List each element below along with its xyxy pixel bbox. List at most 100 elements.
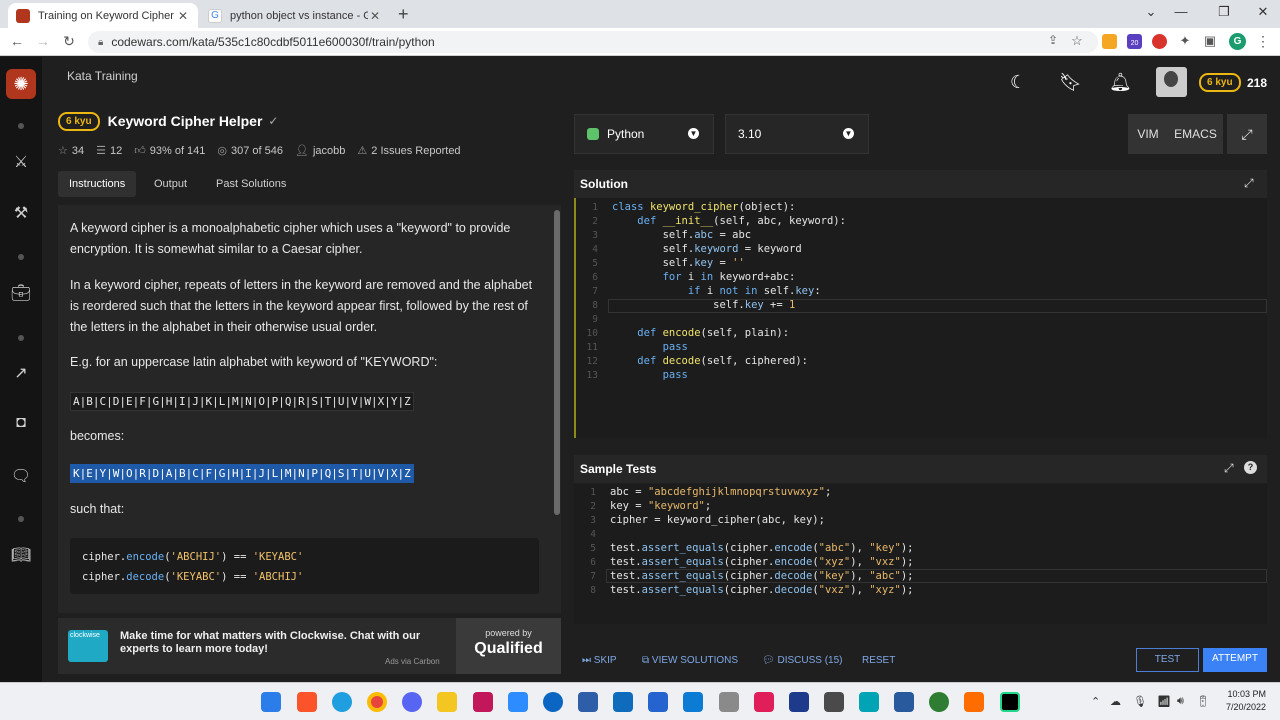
tab-past-solutions[interactable]: Past Solutions	[205, 171, 297, 197]
code-line: for i in keyword+abc:	[662, 271, 796, 283]
close-window-icon[interactable]: ✕	[1248, 4, 1278, 20]
instructions-panel: A keyword cipher is a monoalphabetic cip…	[58, 205, 561, 613]
version-select[interactable]: 3.10 ▼	[725, 114, 869, 154]
browser-menu-icon[interactable]: ⋮	[1254, 33, 1272, 50]
codewars-logo-icon[interactable]: ✺	[6, 69, 36, 99]
carbon-ad[interactable]: clockwise Make time for what matters wit…	[58, 618, 561, 674]
docs-book-icon[interactable]: 📖︎	[9, 545, 33, 567]
leaderboard-trend-icon[interactable]: ↗	[9, 363, 33, 385]
adblock-icon[interactable]	[1152, 34, 1167, 49]
extension-purple-icon[interactable]: 20	[1127, 34, 1142, 49]
dark-mode-moon-icon[interactable]: ☾	[1010, 72, 1026, 93]
stars-stat[interactable]: ☆ 34	[58, 144, 84, 157]
user-avatar[interactable]	[1156, 67, 1187, 97]
app-icon[interactable]	[929, 692, 949, 712]
extensions-puzzle-icon[interactable]: ✦	[1176, 33, 1194, 49]
brave-browser-icon[interactable]	[297, 692, 317, 712]
tray-chevron-up-icon[interactable]: ⌃	[1091, 695, 1100, 708]
bookmark-star-icon[interactable]: ☆	[1068, 33, 1086, 49]
zoom-app-icon[interactable]	[508, 692, 528, 712]
fullscreen-icon[interactable]: ⤢	[1227, 114, 1267, 154]
author-stat[interactable]: 👤︎ jacobb	[295, 144, 345, 157]
bookmark-star-icon[interactable]: 🔖︎	[1059, 72, 1082, 93]
instructions-scrollbar[interactable]	[553, 205, 561, 613]
app-icon[interactable]	[683, 692, 703, 712]
mail-icon[interactable]	[613, 692, 633, 712]
cipher-alphabet-selected[interactable]: K|E|Y|W|O|R|D|A|B|C|F|G|H|I|J|L|M|N|P|Q|…	[70, 464, 414, 483]
discord-app-icon[interactable]	[402, 692, 422, 712]
profile-avatar[interactable]: G	[1229, 33, 1246, 50]
clock[interactable]: 10:03 PM 7/20/2022	[1210, 688, 1266, 714]
sample-tests-header: Sample Tests ⤢ ?	[574, 455, 1267, 483]
extension-badge: 20	[1130, 40, 1139, 47]
minimize-window-icon[interactable]: —	[1166, 4, 1196, 19]
new-tab-plus-icon[interactable]: +	[398, 4, 409, 25]
sample-tests-editor[interactable]: 1 2 3 4 5 6 7 8 abc = "abcdefghijklmnopq…	[574, 484, 1267, 624]
test-button[interactable]: TEST	[1136, 648, 1199, 672]
emacs-mode-button[interactable]: EMACS	[1168, 114, 1223, 154]
reset-link[interactable]: RESET	[862, 655, 895, 666]
app-icon[interactable]	[543, 692, 563, 712]
skip-link[interactable]: ⏭︎ SKIP	[582, 655, 617, 666]
tab-instructions[interactable]: Instructions	[58, 171, 137, 197]
ad-text[interactable]: Make time for what matters with Clockwis…	[120, 630, 450, 656]
reload-icon[interactable]: ↻	[60, 33, 78, 50]
microphone-icon[interactable]: 🎙︎	[1133, 695, 1147, 708]
help-icon[interactable]: ?	[1244, 461, 1257, 474]
briefcase-icon[interactable]: 💼︎	[9, 283, 33, 305]
issues-stat[interactable]: ⚠ 2 Issues Reported	[357, 144, 460, 157]
discuss-link[interactable]: 💬︎ DISCUSS (15)	[762, 655, 843, 666]
tab-output[interactable]: Output	[143, 171, 198, 197]
chrome-browser-icon[interactable]	[367, 692, 387, 712]
scrollbar-thumb[interactable]	[554, 210, 560, 515]
solution-editor[interactable]: 1 2 3 4 5 6 7 8 9 10 11 12 13 class keyw…	[574, 198, 1267, 438]
browser-tab-codewars[interactable]: Training on Keyword Cipher Help ✕	[8, 3, 198, 28]
collections-stat[interactable]: ☰ 12	[96, 144, 122, 157]
close-tab-icon[interactable]: ✕	[368, 9, 382, 23]
train-kata-icon[interactable]: ⚔	[9, 152, 33, 174]
issues-text: 2 Issues Reported	[371, 145, 461, 157]
file-explorer-icon[interactable]	[437, 692, 457, 712]
todo-icon[interactable]	[648, 692, 668, 712]
onedrive-icon[interactable]: ☁	[1110, 695, 1121, 708]
close-tab-icon[interactable]: ✕	[176, 9, 190, 23]
sublime-text-icon[interactable]	[964, 692, 984, 712]
snipping-tool-icon[interactable]	[473, 692, 493, 712]
app-icon[interactable]	[824, 692, 844, 712]
slack-icon[interactable]	[754, 692, 774, 712]
tab-search-chevron-icon[interactable]: ⌄	[1136, 4, 1166, 20]
virtualbox-icon[interactable]	[894, 692, 914, 712]
code-line: cipher = keyword_cipher(abc, key);	[610, 514, 825, 526]
forward-arrow-icon[interactable]: →	[34, 33, 52, 49]
app-icon[interactable]	[719, 692, 739, 712]
ad-via-carbon[interactable]: Ads via Carbon	[385, 657, 440, 666]
share-icon[interactable]: ⇪	[1044, 33, 1062, 47]
discord-icon[interactable]: ◘	[9, 414, 33, 436]
battery-icon[interactable]: 🔋︎	[1196, 695, 1210, 708]
edge-browser-icon[interactable]	[332, 692, 352, 712]
view-solutions-link[interactable]: ⧉ VIEW SOLUTIONS	[642, 655, 738, 666]
wifi-icon[interactable]: 📶︎	[1157, 695, 1171, 708]
side-panel-icon[interactable]: ▣	[1201, 33, 1219, 49]
notifications-bell-icon[interactable]: 🔔︎	[1109, 72, 1132, 93]
pycharm-icon[interactable]	[1000, 692, 1020, 712]
expand-icon[interactable]: ⤢	[1224, 461, 1234, 476]
app-icon[interactable]	[789, 692, 809, 712]
address-bar[interactable]: 🔒︎ codewars.com/kata/535c1c80cdbf5011e60…	[88, 31, 1098, 53]
attempt-button[interactable]: ATTEMPT	[1203, 648, 1267, 672]
practice-icon[interactable]: ⚒	[9, 203, 33, 225]
expand-icon[interactable]: ⤢	[1244, 176, 1254, 191]
extension-orange-icon[interactable]	[1102, 34, 1117, 49]
windows-start-icon[interactable]	[261, 692, 281, 712]
back-arrow-icon[interactable]: ←	[8, 33, 26, 49]
language-select[interactable]: Python ▼	[574, 114, 714, 154]
app-icon[interactable]	[859, 692, 879, 712]
powershell-icon[interactable]	[578, 692, 598, 712]
chat-icon[interactable]: 🗨︎	[9, 466, 33, 488]
restore-window-icon[interactable]: ❐	[1209, 4, 1239, 20]
powered-by-qualified[interactable]: powered by Qualified	[456, 618, 561, 674]
browser-tab-google[interactable]: G python object vs instance - Goo ✕	[200, 3, 390, 28]
vim-mode-button[interactable]: VIM	[1128, 114, 1168, 154]
volume-icon[interactable]: 🔊︎	[1177, 695, 1184, 708]
